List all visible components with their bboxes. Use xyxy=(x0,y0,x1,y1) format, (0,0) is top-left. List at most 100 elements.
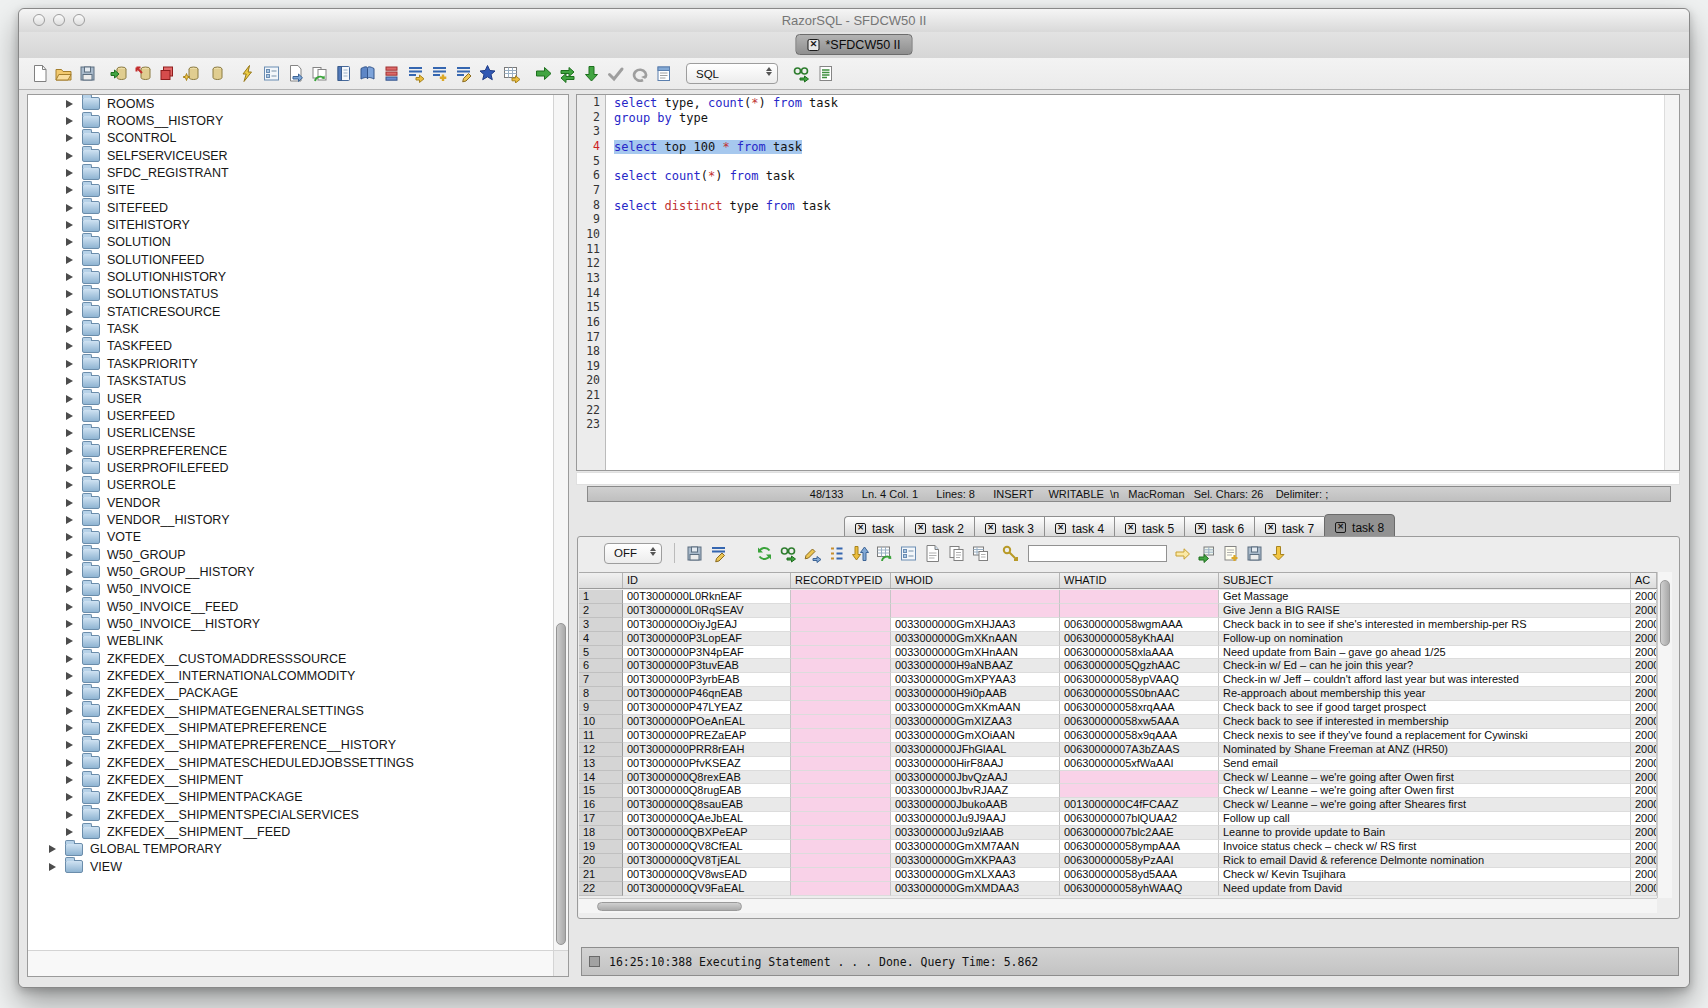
notepad-plus-icon[interactable] xyxy=(1221,544,1240,563)
cell-activitydate[interactable]: 2000 xyxy=(1631,604,1657,618)
sql-code-area[interactable]: select type, count(*) from taskgroup by … xyxy=(607,95,1663,470)
cell-activitydate[interactable]: 2000 xyxy=(1631,868,1657,882)
title-bar[interactable]: RazorSQL - SFDCW50 II xyxy=(19,9,1689,32)
table-row[interactable]: 1300T3000000PfvKSEAZ0033000000HirF8AAJ00… xyxy=(579,757,1657,771)
cell-subject[interactable]: Get Massage xyxy=(1219,590,1631,604)
tree-vertical-scrollbar[interactable] xyxy=(553,95,568,950)
expand-triangle-icon[interactable] xyxy=(66,238,73,246)
row-number[interactable]: 12 xyxy=(579,743,623,757)
cell-whoid[interactable]: 0033000000GmXHJAA3 xyxy=(891,618,1060,632)
table-row[interactable]: 2200T3000000QV9FaEAL0033000000GmXMDAA300… xyxy=(579,882,1657,896)
rollback-arrow-icon[interactable] xyxy=(630,64,649,83)
cell-recordtypeid[interactable] xyxy=(791,840,891,854)
close-tab-icon[interactable]: ✕ xyxy=(1125,523,1136,534)
tree-item-table[interactable]: W50_INVOICE xyxy=(28,581,553,598)
execute-arrow-icon[interactable] xyxy=(534,64,553,83)
expand-triangle-icon[interactable] xyxy=(66,620,73,628)
expand-triangle-icon[interactable] xyxy=(66,395,73,403)
expand-triangle-icon[interactable] xyxy=(66,117,73,125)
expand-triangle-icon[interactable] xyxy=(66,533,73,541)
cell-whoid[interactable]: 0033000000GmXKPAA3 xyxy=(891,854,1060,868)
table-row[interactable]: 1400T3000000Q8rexEAB0033000000JbvQzAAJCh… xyxy=(579,771,1657,785)
cell-whatid[interactable]: 00630000007blc2AAE xyxy=(1060,826,1219,840)
cell-activitydate[interactable]: 2000 xyxy=(1631,826,1657,840)
cell-id[interactable]: 00T3000000POeAnEAL xyxy=(623,715,791,729)
cell-activitydate[interactable]: 2000 xyxy=(1631,646,1657,660)
props-list-icon[interactable] xyxy=(899,544,918,563)
row-number[interactable]: 13 xyxy=(579,757,623,771)
tree-item-table[interactable]: TASKFEED xyxy=(28,338,553,355)
refresh-green-icon[interactable] xyxy=(755,544,774,563)
expand-triangle-icon[interactable] xyxy=(66,134,73,142)
tree-item-table[interactable]: SFDC_REGISTRANT xyxy=(28,164,553,181)
save-icon[interactable] xyxy=(685,544,704,563)
cell-whoid[interactable]: 0033000000H9aNBAAZ xyxy=(891,659,1060,673)
connect-db-icon[interactable] xyxy=(110,64,129,83)
cell-recordtypeid[interactable] xyxy=(791,882,891,896)
expand-triangle-icon[interactable] xyxy=(66,828,73,836)
cell-whatid[interactable]: 00630000005S0bnAAC xyxy=(1060,687,1219,701)
row-number[interactable]: 14 xyxy=(579,771,623,785)
favorites-star-icon[interactable] xyxy=(478,64,497,83)
expand-triangle-icon[interactable] xyxy=(66,256,73,264)
cell-activitydate[interactable]: 2000 xyxy=(1631,659,1657,673)
row-number[interactable]: 18 xyxy=(579,826,623,840)
tree-item-table[interactable]: TASKSTATUS xyxy=(28,373,553,390)
cell-subject[interactable]: Check back in to see if she's interested… xyxy=(1219,618,1631,632)
cell-whatid[interactable]: 006300000058xlaAAA xyxy=(1060,646,1219,660)
table-row[interactable]: 1500T3000000Q8rugEAB0033000000JbvRJAAZCh… xyxy=(579,784,1657,798)
cell-recordtypeid[interactable] xyxy=(791,729,891,743)
cell-recordtypeid[interactable] xyxy=(791,798,891,812)
db-cylinder-icon[interactable] xyxy=(206,64,225,83)
tree-item-table[interactable]: W50_INVOICE__HISTORY xyxy=(28,615,553,632)
expand-triangle-icon[interactable] xyxy=(66,342,73,350)
tree-item-table[interactable]: TASKPRIORITY xyxy=(28,355,553,372)
expand-triangle-icon[interactable] xyxy=(66,585,73,593)
cell-activitydate[interactable]: 2000 xyxy=(1631,743,1657,757)
editor-horizontal-scrollbar[interactable] xyxy=(576,472,1680,485)
cell-whatid[interactable]: 006300000058x9qAAA xyxy=(1060,729,1219,743)
tree-item-table[interactable]: SITE xyxy=(28,182,553,199)
edit-arrow-icon[interactable] xyxy=(803,544,822,563)
cell-subject[interactable]: Send email xyxy=(1219,757,1631,771)
tree-item-table[interactable]: VOTE xyxy=(28,529,553,546)
cell-recordtypeid[interactable] xyxy=(791,784,891,798)
tree-horizontal-scrollbar[interactable] xyxy=(28,950,553,976)
expand-triangle-icon[interactable] xyxy=(66,707,73,715)
tree-item-table[interactable]: W50_GROUP__HISTORY xyxy=(28,563,553,580)
cell-whatid[interactable]: 006300000058yPzAAI xyxy=(1060,854,1219,868)
cell-subject[interactable]: Invoice status check – check w/ RS first xyxy=(1219,840,1631,854)
sort-arrows-icon[interactable] xyxy=(851,544,870,563)
import-table-icon[interactable] xyxy=(1197,544,1216,563)
cell-activitydate[interactable]: 2000 xyxy=(1631,798,1657,812)
expand-triangle-icon[interactable] xyxy=(66,273,73,281)
close-tab-icon[interactable]: ✕ xyxy=(1055,523,1066,534)
row-number[interactable]: 16 xyxy=(579,798,623,812)
tree-item-category[interactable]: VIEW xyxy=(28,858,553,875)
tree-item-table[interactable]: ROOMS__HISTORY xyxy=(28,112,553,129)
cell-id[interactable]: 00T3000000OiyJgEAJ xyxy=(623,618,791,632)
cell-whoid[interactable]: 0033000000GmXPYAA3 xyxy=(891,673,1060,687)
table-row[interactable]: 200T3000000L0RqSEAVGive Jenn a BIG RAISE… xyxy=(579,604,1657,618)
open-folder-icon[interactable] xyxy=(54,64,73,83)
table-row[interactable]: 1100T3000000PREZaEAP0033000000GmXOiAAN00… xyxy=(579,729,1657,743)
new-file-icon[interactable] xyxy=(30,64,49,83)
cell-id[interactable]: 00T3000000P3tuvEAB xyxy=(623,659,791,673)
cell-activitydate[interactable]: 2000 xyxy=(1631,687,1657,701)
cell-whoid[interactable]: 0033000000GmXOiAAN xyxy=(891,729,1060,743)
tree-item-table[interactable]: SOLUTIONHISTORY xyxy=(28,268,553,285)
table-export-icon[interactable] xyxy=(502,64,521,83)
export-page-icon[interactable] xyxy=(286,64,305,83)
cell-whoid[interactable]: 0033000000JbvRJAAZ xyxy=(891,784,1060,798)
cell-whoid[interactable]: 0033000000GmXHnAAN xyxy=(891,646,1060,660)
cell-recordtypeid[interactable] xyxy=(791,590,891,604)
tree-item-table[interactable]: USERROLE xyxy=(28,477,553,494)
table-vscroll-thumb[interactable] xyxy=(1660,580,1670,646)
row-number[interactable]: 3 xyxy=(579,618,623,632)
expand-triangle-icon[interactable] xyxy=(66,308,73,316)
cell-whatid[interactable]: 006300000058ypVAAQ xyxy=(1060,673,1219,687)
expand-triangle-icon[interactable] xyxy=(66,290,73,298)
cell-id[interactable]: 00T3000000P3LopEAF xyxy=(623,632,791,646)
cell-whatid[interactable]: 006300000058xw5AAA xyxy=(1060,715,1219,729)
tree-item-table[interactable]: ZKFEDEX__SHIPMENTSPECIALSERVICES xyxy=(28,806,553,823)
